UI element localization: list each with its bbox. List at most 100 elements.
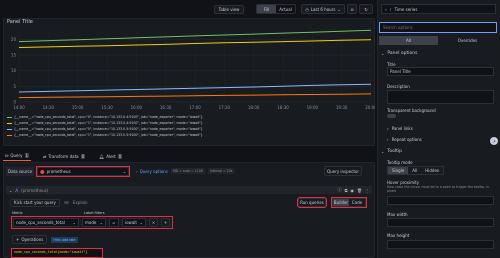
datasource-picker[interactable]: ⬤ prometheus ⌄ — [36, 165, 131, 177]
chevron-left-icon: ‹ — [385, 6, 387, 12]
code-mode-button[interactable]: Code — [349, 199, 365, 206]
description-textarea[interactable] — [387, 90, 494, 104]
legend-swatch — [7, 134, 12, 136]
x-tick-label: 17:00 — [189, 105, 201, 110]
viz-name: Time series — [394, 6, 418, 12]
promql-text: node_cpu_seconds_total{mode="iowait"} — [14, 250, 88, 254]
plus-icon: + — [16, 237, 20, 242]
mode-single-button[interactable]: Single — [388, 167, 409, 174]
transparent-toggle[interactable] — [387, 114, 396, 118]
datasource-label: Data source — [6, 166, 35, 176]
panel-options-header[interactable]: ⌄ Panel options — [381, 51, 418, 56]
kick-start-button[interactable]: Kick start your query — [10, 198, 60, 207]
mode-hidden-button[interactable]: Hidden — [421, 167, 443, 174]
refresh-icon: ↻ — [364, 6, 368, 12]
query-ref: A — [15, 187, 19, 193]
tab-all[interactable]: All — [379, 36, 438, 45]
run-queries-button[interactable]: Run queries — [297, 197, 327, 208]
tooltip-section-header[interactable]: ⌄ Tooltip — [381, 149, 402, 154]
tooltip-mode-label: Tooltip mode — [387, 160, 413, 165]
chevron-down-icon: ⌄ — [381, 51, 385, 56]
builder-mode-button[interactable]: Builder — [333, 199, 349, 206]
metric-builder-row: node_cpu_seconds_total ⌄ mode ⌄ = iowait… — [11, 216, 173, 229]
options-search-input[interactable] — [383, 25, 493, 30]
filter-op: = — [112, 220, 116, 225]
tab-transform[interactable]: ⇄ Transform data 0 — [41, 151, 87, 161]
table-view-toggle[interactable]: Table view — [214, 5, 244, 14]
tab-overrides[interactable]: Overrides — [438, 36, 497, 45]
table-view-toggle-label: Table view — [218, 7, 240, 12]
legend-item[interactable]: {__name__="node_cpu_seconds_total", cpu=… — [7, 132, 371, 138]
fill-button[interactable]: Fill — [257, 5, 276, 13]
timeseries-chart: 0 5 10 15 20 14:00 14:30 15:00 15:30 16:00 16:30 17… — [11, 29, 375, 110]
panel-title: Panel Title — [7, 19, 33, 25]
remove-filter-button[interactable]: × — [149, 218, 158, 227]
tab-query[interactable]: ⛁ Query 1 — [3, 151, 32, 161]
code-label: Code — [351, 200, 363, 205]
max-width-label: Max width — [387, 212, 408, 217]
tab-transform-count: 0 — [80, 153, 86, 159]
description-label: Description — [387, 84, 410, 89]
filter-key: mode — [85, 220, 97, 225]
copy-icon[interactable]: ⧉ — [345, 188, 348, 193]
filter-op-select[interactable]: = — [109, 218, 119, 227]
scroll-to-top-button[interactable]: ↗ — [490, 137, 498, 145]
legend-swatch — [7, 122, 12, 124]
metric-select[interactable]: node_cpu_seconds_total ⌄ — [13, 218, 79, 227]
query-options-button[interactable]: › Query options — [136, 169, 168, 174]
x-tick-label: 19:30 — [336, 105, 348, 110]
x-tick-label: 15:30 — [101, 105, 113, 110]
title-value: Panel Title — [390, 69, 411, 74]
tab-transform-label: Transform data — [48, 153, 79, 159]
title-input[interactable]: Panel Title — [387, 67, 494, 76]
hint-badge[interactable]: Hint: add rate — [51, 236, 78, 243]
trash-icon[interactable]: 🗑︎ — [357, 188, 362, 193]
explain-toggle[interactable] — [63, 201, 69, 204]
chevron-down-icon: ⌄ — [337, 6, 341, 12]
time-range-picker[interactable]: ◷ Last 6 hours ⌄ — [301, 4, 345, 14]
zoom-out-button[interactable]: ⊖ — [347, 4, 357, 14]
y-tick-label: 20 — [11, 37, 17, 42]
query-row-header[interactable]: ⌄ A (prometheus) ⓘ ⧉ ◉ 🗑︎ ⋮ — [6, 186, 372, 194]
add-filter-button[interactable]: + — [161, 218, 170, 227]
chevron-right-icon: › — [387, 137, 389, 142]
max-width-input[interactable] — [387, 218, 494, 227]
filter-value-select[interactable]: iowait ⌄ — [122, 218, 146, 227]
explain-label: Explain — [72, 200, 88, 205]
eye-icon[interactable]: ◉ — [350, 188, 354, 193]
drag-icon[interactable]: ⋮ — [365, 188, 369, 193]
tab-query-count: 1 — [24, 153, 30, 158]
help-icon[interactable]: ⓘ — [338, 187, 342, 193]
plus-icon: + — [163, 220, 168, 225]
viz-picker[interactable]: ‹ ⌇ Time series — [381, 4, 496, 14]
options-search[interactable] — [379, 22, 497, 33]
max-height-input[interactable] — [387, 240, 494, 249]
kick-start-label: Kick start your query — [14, 200, 56, 205]
datasource-row: Data source ⬤ prometheus ⌄ › Query optio… — [6, 165, 235, 177]
tab-alert[interactable]: 🔔︎ Alert 0 — [97, 151, 124, 161]
panel-links-header[interactable]: › Panel links — [387, 126, 413, 131]
zoom-out-icon: ⊖ — [350, 6, 354, 12]
query-tabs: ⛁ Query 1 ⇄ Transform data 0 🔔︎ Alert 0 — [3, 151, 124, 161]
refresh-button[interactable]: ↻ — [359, 4, 373, 14]
mode-all-button[interactable]: All — [408, 167, 421, 174]
legend-label: {__name__="node_cpu_seconds_total", cpu=… — [14, 115, 203, 119]
hover-proximity-input[interactable] — [387, 196, 494, 205]
transparent-label: Transparent background — [387, 108, 436, 113]
filter-key-select[interactable]: mode ⌄ — [82, 218, 106, 227]
actual-button[interactable]: Actual — [276, 5, 295, 13]
repeat-options-header[interactable]: › Repeat options — [387, 137, 422, 142]
operations-button[interactable]: + Operations — [12, 235, 48, 244]
label-filters-label: Label filters — [84, 211, 105, 215]
metric-value: node_cpu_seconds_total — [16, 220, 65, 225]
close-icon: × — [151, 220, 156, 225]
query-options-label: Query options — [139, 168, 168, 174]
x-tick-label: 14:00 — [13, 105, 25, 110]
x-tick-label: 14:30 — [43, 105, 55, 110]
query-inspector-button[interactable]: Query inspector — [324, 166, 362, 176]
filter-value: iowait — [125, 220, 137, 225]
tab-overrides-label: Overrides — [457, 38, 478, 43]
max-data-points: MD = auto = 1106 — [170, 168, 205, 174]
mode-all-label: All — [412, 168, 418, 173]
chevron-down-icon: ⌄ — [381, 149, 385, 154]
